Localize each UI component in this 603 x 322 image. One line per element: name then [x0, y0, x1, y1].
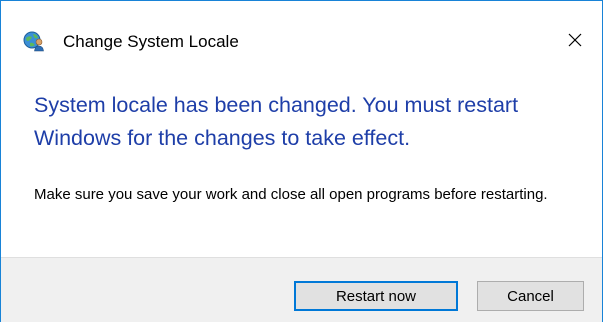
globe-with-user-icon — [23, 30, 45, 52]
window-title: Change System Locale — [63, 32, 239, 51]
close-icon — [567, 32, 583, 48]
main-instruction: System locale has been changed. You must… — [34, 93, 519, 150]
close-button[interactable] — [558, 25, 592, 55]
change-system-locale-dialog: Change System Locale System locale has b… — [0, 0, 603, 322]
button-footer: Restart now Cancel — [1, 257, 602, 322]
restart-now-button[interactable]: Restart now — [294, 281, 458, 311]
content-text: Make sure you save your work and close a… — [34, 186, 548, 203]
title-bar[interactable]: Change System Locale — [1, 1, 602, 52]
cancel-button[interactable]: Cancel — [477, 281, 584, 311]
